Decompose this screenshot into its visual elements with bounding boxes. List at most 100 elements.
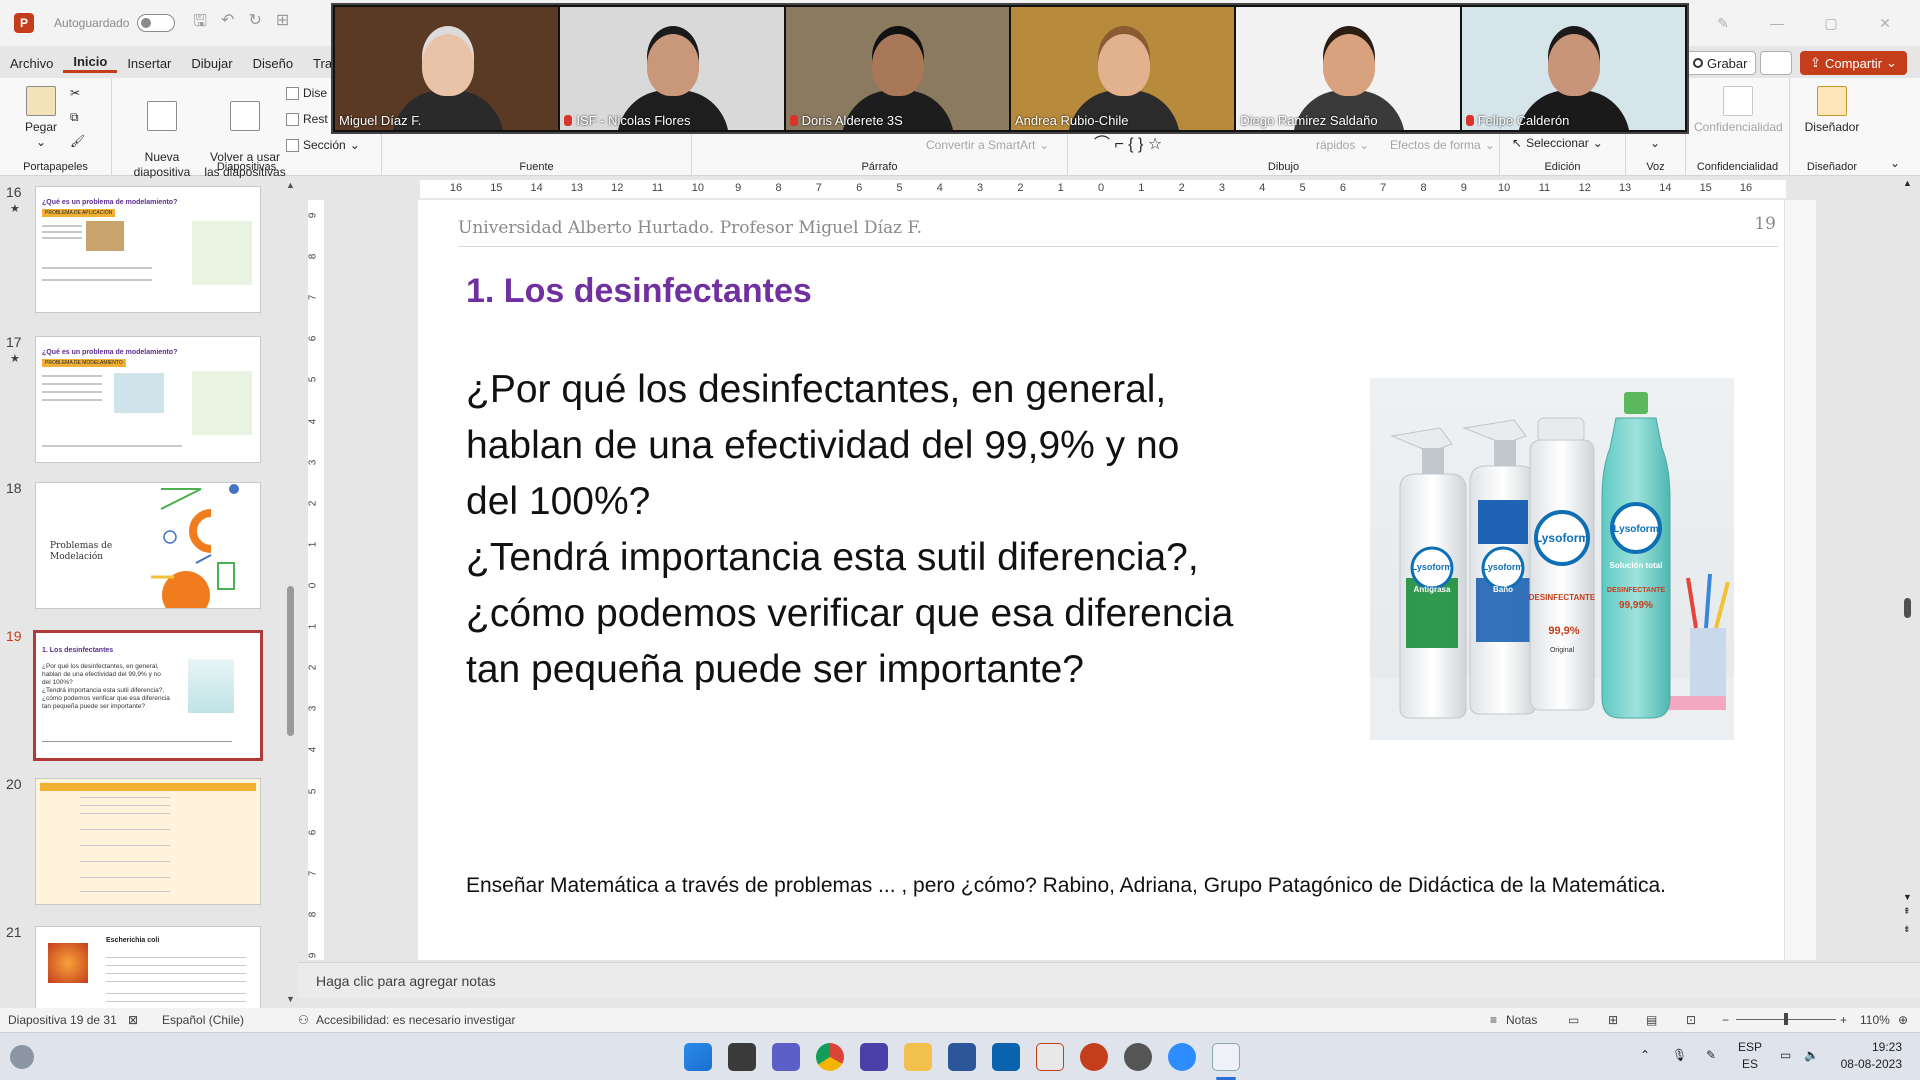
tab-diseño[interactable]: Diseño <box>243 56 303 71</box>
thumbnail-scrollbar[interactable]: ▲ ▼ <box>284 178 296 1008</box>
reading-view-icon[interactable]: ▤ <box>1646 1013 1657 1027</box>
scroll-down-icon[interactable]: ▼ <box>286 994 295 1004</box>
teams-chat-icon[interactable] <box>772 1043 800 1071</box>
scrollbar-thumb[interactable] <box>287 586 294 736</box>
spellcheck-icon[interactable]: ⊠ <box>128 1013 138 1027</box>
slide-title[interactable]: 1. Los desinfectantes <box>466 272 812 311</box>
slide-thumbnail-16[interactable]: ¿Qué es un problema de modelamiento? PRO… <box>35 186 261 313</box>
task-view-icon[interactable] <box>728 1043 756 1071</box>
slide-thumbnail-21[interactable]: Escherichia coli <box>35 926 261 1008</box>
slide-thumbnail-20[interactable] <box>35 778 261 905</box>
format-painter-icon[interactable]: 🖌 <box>70 134 85 148</box>
microphone-icon[interactable]: 🎙 <box>1672 1047 1687 1064</box>
chrome-icon[interactable] <box>816 1043 844 1071</box>
cut-icon[interactable]: ✂ <box>70 86 80 100</box>
outlook-icon[interactable] <box>992 1043 1020 1071</box>
close-icon[interactable]: ✕ <box>1870 15 1900 32</box>
fit-slide-icon[interactable]: ⊕ <box>1898 1013 1908 1027</box>
slide-scrollbar[interactable]: ▲ ▼ ⇞ ⇟ <box>1900 178 1914 958</box>
share-icon: ⇪ <box>1810 55 1821 70</box>
share-button[interactable]: ⇪ Compartir ⌄ <box>1800 51 1907 75</box>
snipping-tool-icon[interactable] <box>1212 1043 1240 1071</box>
video-tile[interactable]: Andrea Rubio-Chile <box>1010 7 1235 130</box>
slide-thumbnail-17[interactable]: ¿Qué es un problema de modelamiento? PRO… <box>35 336 261 463</box>
record-button[interactable]: Grabar <box>1684 51 1757 75</box>
video-tile[interactable]: Diego Ramirez Saldaño <box>1236 7 1460 130</box>
zoom-level[interactable]: 110% <box>1860 1013 1890 1027</box>
minimize-icon[interactable]: — <box>1762 15 1792 31</box>
autosave[interactable]: Autoguardado <box>54 14 176 32</box>
slide-footer-citation[interactable]: Enseñar Matemática a través de problemas… <box>466 870 1766 901</box>
next-slide-icon[interactable]: ⇟ <box>1903 924 1911 935</box>
convert-smartart-label: Convertir a SmartArt <box>926 138 1036 152</box>
slideshow-icon[interactable]: ⊡ <box>1686 1013 1696 1027</box>
tab-dibujar[interactable]: Dibujar <box>181 56 242 71</box>
zoom-app-icon[interactable] <box>1168 1043 1196 1071</box>
comments-button[interactable] <box>1760 51 1792 75</box>
slide-thumbnail-19[interactable]: 1. Los desinfectantes ¿Por qué los desin… <box>33 630 263 761</box>
notes-pane[interactable]: Haga clic para agregar notas <box>298 962 1920 998</box>
shape-effects-button[interactable]: Efectos de forma ⌄ <box>1390 138 1495 152</box>
word-icon[interactable] <box>948 1043 976 1071</box>
mathtype-icon[interactable] <box>860 1043 888 1071</box>
zoom-in-icon[interactable]: + <box>1840 1013 1847 1027</box>
video-tile[interactable]: Doris Alderete 3S <box>785 7 1009 130</box>
autosave-toggle[interactable] <box>137 14 176 32</box>
widgets-icon[interactable] <box>10 1045 34 1069</box>
thumb-title: Escherichia coli <box>106 937 160 944</box>
obs-icon[interactable] <box>1124 1043 1152 1071</box>
convert-smartart-button[interactable]: Convertir a SmartArt ⌄ <box>926 138 1049 152</box>
tab-insertar[interactable]: Insertar <box>117 56 181 71</box>
text-format-icon[interactable]: ⊞ <box>276 10 289 37</box>
video-tile[interactable]: Miguel Díaz F. <box>335 7 559 130</box>
save-icon[interactable]: 🖫 <box>193 10 207 37</box>
designer-button[interactable]: Diseñador <box>1796 86 1868 135</box>
chevron-up-icon[interactable]: ⌃ <box>1640 1047 1650 1064</box>
dictate-dropdown[interactable]: ⌄ <box>1650 136 1660 150</box>
thumb-decorative-shapes <box>151 484 239 608</box>
undo-icon[interactable]: ↶ <box>221 10 234 37</box>
scroll-up-icon[interactable]: ▲ <box>1903 178 1912 188</box>
acrobat-icon[interactable] <box>1036 1043 1064 1071</box>
language-indicator[interactable]: Español (Chile) <box>162 1013 244 1027</box>
volume-icon[interactable]: 🔈 <box>1804 1047 1819 1064</box>
redo-icon[interactable]: ↻ <box>248 10 261 37</box>
file-explorer-icon[interactable] <box>904 1043 932 1071</box>
paste-button[interactable]: Pegar ⌄ <box>18 86 64 150</box>
slide-thumbnail-18[interactable]: Problemas de Modelación <box>35 482 261 609</box>
scroll-up-icon[interactable]: ▲ <box>286 180 295 190</box>
scrollbar-thumb[interactable] <box>1904 598 1911 618</box>
section-button[interactable]: Sección ⌄ <box>286 138 360 152</box>
quick-styles-button[interactable]: rápidos ⌄ <box>1316 138 1369 152</box>
previous-slide-icon[interactable]: ⇞ <box>1903 906 1911 917</box>
slide-body[interactable]: ¿Por qué los desinfectantes, en general,… <box>466 362 1346 698</box>
accessibility-status[interactable]: Accesibilidad: es necesario investigar <box>316 1013 515 1027</box>
maximize-icon[interactable]: ▢ <box>1816 15 1846 32</box>
video-tile[interactable]: Felipe Calderón <box>1461 7 1685 130</box>
video-tile[interactable]: ISF - Nicolas Flores <box>560 7 784 130</box>
pen-menu-icon[interactable]: ✎ <box>1706 1047 1716 1064</box>
tab-archivo[interactable]: Archivo <box>0 56 63 71</box>
pen-icon[interactable]: ✎ <box>1708 15 1738 32</box>
scroll-down-icon[interactable]: ▼ <box>1903 892 1912 902</box>
sensitivity-button[interactable]: Confidencialidad <box>1694 86 1783 135</box>
slide-sorter-icon[interactable]: ⊞ <box>1608 1013 1618 1027</box>
zoom-slider-handle[interactable] <box>1784 1013 1788 1025</box>
network-icon[interactable]: ▭ <box>1780 1047 1791 1064</box>
clock[interactable]: 19:23 08-08-2023 <box>1836 1039 1902 1073</box>
tab-inicio[interactable]: Inicio <box>63 54 118 73</box>
normal-view-icon[interactable]: ▭ <box>1568 1013 1579 1027</box>
disinfectant-products-image[interactable]: Lysoform Antigrasa Lysoform Baño Lysofor… <box>1370 378 1734 740</box>
select-button[interactable]: ↖ Seleccionar ⌄ <box>1512 136 1603 150</box>
powerpoint-taskbar-icon[interactable] <box>1080 1043 1108 1071</box>
zoom-out-icon[interactable]: − <box>1722 1013 1729 1027</box>
copy-icon[interactable]: ⧉ <box>70 110 79 125</box>
start-icon[interactable] <box>684 1043 712 1071</box>
collapse-ribbon-icon[interactable]: ⌄ <box>1890 156 1900 170</box>
layout-button[interactable]: Dise <box>286 86 327 100</box>
reset-button[interactable]: Rest <box>286 112 328 126</box>
notes-toggle[interactable]: Notas <box>1506 1013 1537 1027</box>
thumb-image <box>48 943 88 983</box>
slide-canvas[interactable]: Universidad Alberto Hurtado. Profesor Mi… <box>418 200 1816 960</box>
input-language[interactable]: ESP ES <box>1738 1039 1762 1073</box>
